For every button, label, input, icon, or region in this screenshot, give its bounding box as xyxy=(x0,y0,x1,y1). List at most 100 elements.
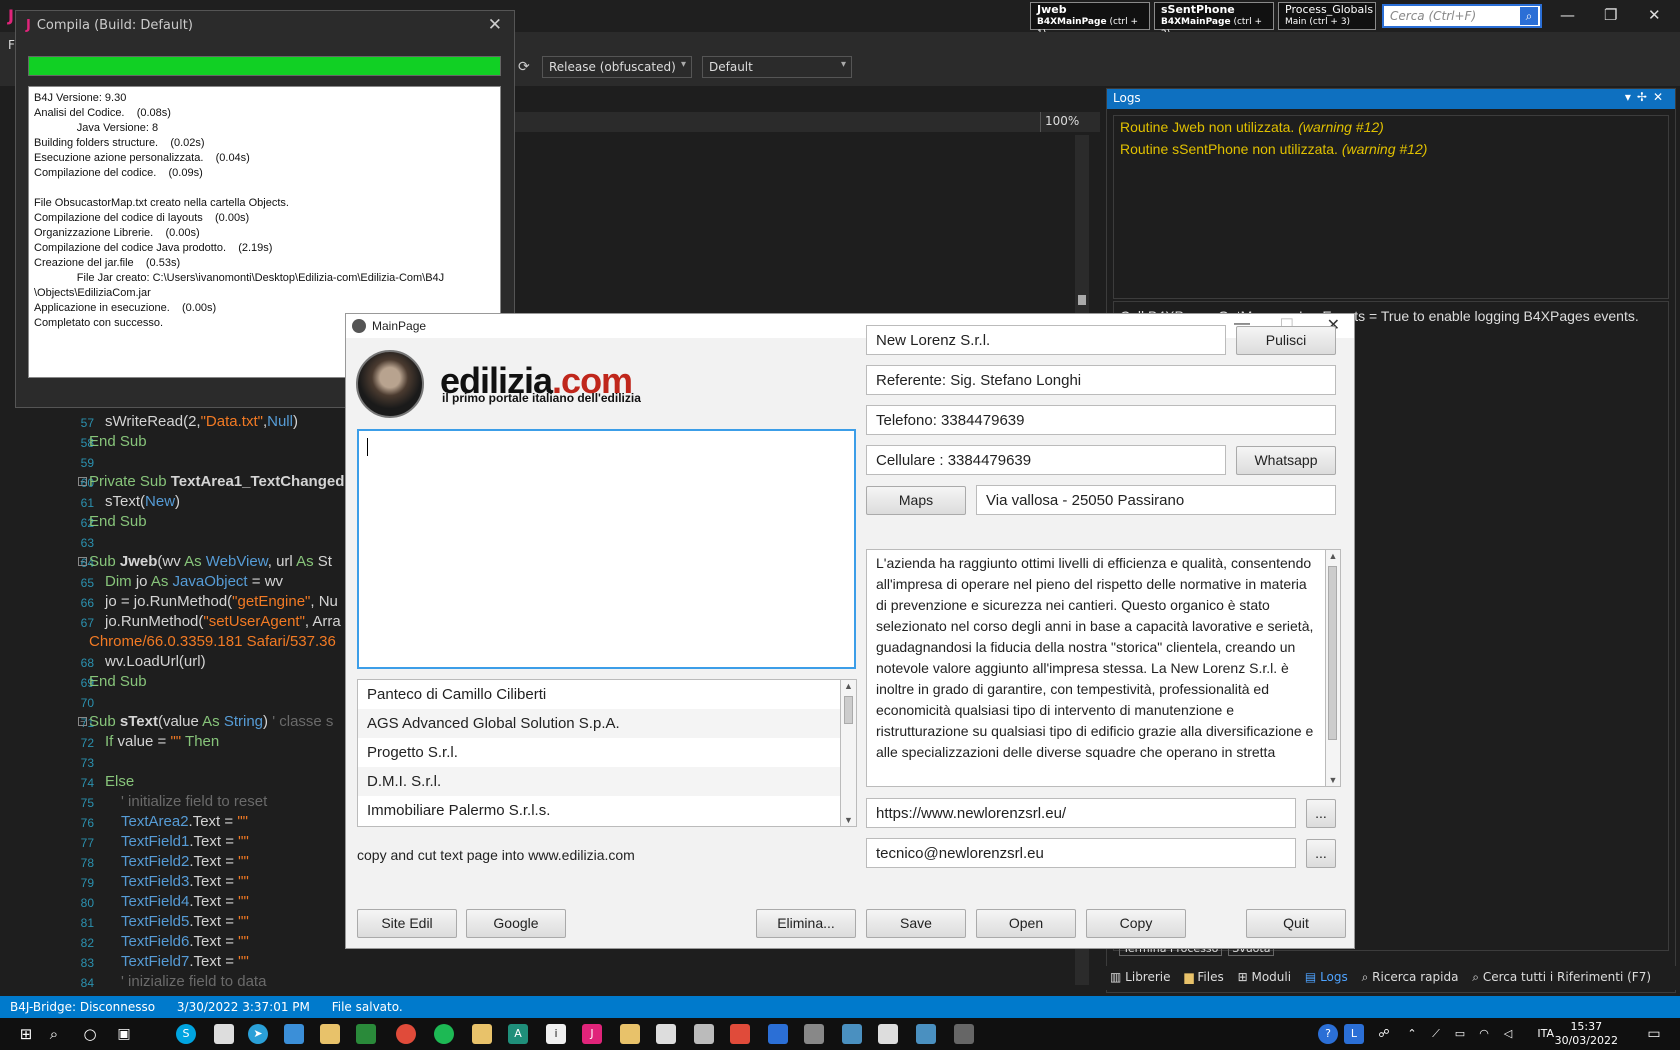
chevron-up-icon[interactable]: ⌃ xyxy=(1402,1024,1422,1044)
code-line: 75 ' initialize field to reset xyxy=(80,793,268,810)
email-field[interactable]: tecnico@newlorenzsrl.eu xyxy=(866,838,1296,868)
app-icon[interactable] xyxy=(656,1024,676,1044)
email-browse-button[interactable]: ... xyxy=(1306,839,1336,868)
compile-progress-bar xyxy=(28,56,501,76)
app-icon[interactable] xyxy=(768,1024,788,1044)
windows-start-icon[interactable]: ⊞ xyxy=(16,1024,36,1044)
app-icon[interactable] xyxy=(472,1024,492,1044)
tab-moduli[interactable]: ⊞ Moduli xyxy=(1238,970,1291,984)
list-item[interactable]: Panteco di Camillo Ciliberti xyxy=(358,680,840,709)
quick-tab-jweb[interactable]: Jweb B4XMainPage (ctrl + 1) xyxy=(1030,2,1150,39)
notepad-icon[interactable] xyxy=(214,1024,234,1044)
company-list[interactable]: Panteco di Camillo Ciliberti AGS Advanced… xyxy=(357,679,841,827)
referente-field[interactable]: Referente: Sig. Stefano Longhi xyxy=(866,365,1336,395)
app-icon[interactable]: i xyxy=(546,1024,566,1044)
mainpage-app-icon[interactable] xyxy=(954,1024,974,1044)
app-icon[interactable] xyxy=(730,1024,750,1044)
list-item[interactable]: Immobiliare Palermo S.r.l.s. xyxy=(358,796,840,825)
cellulare-field[interactable]: Cellulare : 3384479639 xyxy=(866,445,1226,475)
menu-file[interactable]: F xyxy=(8,38,15,52)
save-button[interactable]: Save xyxy=(866,909,966,938)
ide-search-input[interactable]: Cerca (Ctrl+F) ⌕ xyxy=(1382,4,1542,28)
fold-icon[interactable]: − xyxy=(78,557,87,566)
notifications-icon[interactable]: ▭ xyxy=(1644,1024,1664,1044)
fold-icon[interactable]: − xyxy=(78,477,87,486)
zoom-select[interactable]: 100% xyxy=(1040,112,1100,132)
network-icon[interactable]: ▭ xyxy=(1450,1024,1470,1044)
description-scrollbar[interactable]: ▲ ▼ xyxy=(1326,549,1341,787)
refresh-icon[interactable]: ⟳ xyxy=(518,59,530,75)
pulisci-button[interactable]: Pulisci xyxy=(1236,326,1336,355)
app-icon[interactable] xyxy=(804,1024,824,1044)
google-button[interactable]: Google xyxy=(466,909,566,938)
task-view-icon[interactable]: ▣ xyxy=(114,1024,134,1044)
list-item[interactable]: Progetto S.r.l. xyxy=(358,738,840,767)
quit-button[interactable]: Quit xyxy=(1246,909,1346,938)
website-browse-button[interactable]: ... xyxy=(1306,799,1336,828)
address-field[interactable]: Via vallosa - 25050 Passirano xyxy=(976,485,1336,515)
tab-librerie[interactable]: ▥ Librerie xyxy=(1110,970,1171,984)
panel-controls[interactable]: ▾✢✕ xyxy=(1625,90,1669,104)
close-icon[interactable]: ✕ xyxy=(1648,6,1661,24)
app-icon[interactable] xyxy=(356,1024,376,1044)
website-field[interactable]: https://www.newlorenzsrl.eu/ xyxy=(866,798,1296,828)
maps-button[interactable]: Maps xyxy=(866,486,966,515)
search-icon[interactable]: ⌕ xyxy=(44,1024,64,1044)
app-icon[interactable] xyxy=(878,1024,898,1044)
quick-tab-ssentphone[interactable]: sSentPhone B4XMainPage (ctrl + 2) xyxy=(1154,2,1274,39)
company-list-scrollbar[interactable]: ▲ ▼ xyxy=(841,679,857,827)
app-icon[interactable]: A xyxy=(508,1024,528,1044)
code-line: 74 Else xyxy=(80,773,135,790)
elimina-button[interactable]: Elimina... xyxy=(756,909,856,938)
chrome-icon[interactable] xyxy=(396,1024,416,1044)
app-icon[interactable] xyxy=(916,1024,936,1044)
app-tray-icon[interactable]: L xyxy=(1344,1024,1364,1044)
quick-tab-process-globals[interactable]: Process_Globals Main (ctrl + 3) xyxy=(1278,2,1376,30)
fold-icon[interactable]: − xyxy=(78,717,87,726)
cortana-icon[interactable]: ○ xyxy=(80,1024,100,1044)
spotify-icon[interactable] xyxy=(434,1024,454,1044)
tab-ricerca-rapida[interactable]: ⌕ Ricerca rapida xyxy=(1362,970,1459,985)
copy-note: copy and cut text page into www.edilizia… xyxy=(357,847,635,863)
app-icon[interactable] xyxy=(284,1024,304,1044)
telegram-icon[interactable]: ➤ xyxy=(248,1024,268,1044)
clock[interactable]: 15:37 30/03/2022 xyxy=(1555,1020,1618,1048)
close-icon[interactable]: ✕ xyxy=(488,15,502,35)
language-indicator[interactable]: ITA xyxy=(1537,1027,1554,1040)
app-icon[interactable] xyxy=(694,1024,714,1044)
telefono-field[interactable]: Telefono: 3384479639 xyxy=(866,405,1336,435)
whatsapp-button[interactable]: Whatsapp xyxy=(1236,446,1336,475)
list-item[interactable]: AGS Advanced Global Solution S.p.A. xyxy=(358,709,840,738)
copy-button[interactable]: Copy xyxy=(1086,909,1186,938)
b4j-icon[interactable]: J xyxy=(582,1024,602,1044)
site-edil-button[interactable]: Site Edil xyxy=(357,909,457,938)
skype-icon[interactable]: S xyxy=(176,1024,196,1044)
paste-text-area[interactable] xyxy=(357,429,856,669)
chevron-up-icon[interactable]: ▲ xyxy=(1326,551,1340,561)
description-text-area[interactable]: L'azienda ha raggiunto ottimi livelli di… xyxy=(866,549,1326,787)
bridge-status: B4J-Bridge: Disconnesso xyxy=(10,1000,156,1014)
windows-taskbar: ⊞ ⌕ ○ ▣ S ➤ A i J ? L ☍ ⌃ ⟋ ▭ ◠ ◁ ITA 15… xyxy=(0,1018,1680,1050)
search-icon[interactable]: ⌕ xyxy=(1520,7,1538,25)
wifi-icon[interactable]: ◠ xyxy=(1474,1024,1494,1044)
chevron-down-icon[interactable]: ▼ xyxy=(1326,775,1340,785)
app-icon[interactable] xyxy=(842,1024,862,1044)
app-icon[interactable] xyxy=(620,1024,640,1044)
chevron-down-icon[interactable]: ▼ xyxy=(841,815,856,825)
build-mode-select[interactable]: Release (obfuscated) xyxy=(542,56,692,78)
restore-icon[interactable]: ❐ xyxy=(1604,6,1617,24)
chevron-up-icon[interactable]: ▲ xyxy=(841,681,856,691)
list-item[interactable]: D.M.I. S.r.l. xyxy=(358,767,840,796)
tab-cerca-riferimenti[interactable]: ⌕ Cerca tutti i Riferimenti (F7) xyxy=(1472,970,1651,985)
tab-files[interactable]: ▆ Files xyxy=(1184,970,1223,984)
tab-logs[interactable]: ▤ Logs xyxy=(1305,970,1348,984)
company-name-field[interactable]: New Lorenz S.r.l. xyxy=(866,325,1226,355)
minimize-icon[interactable]: — xyxy=(1560,6,1575,24)
build-config-select[interactable]: Default xyxy=(702,56,852,78)
volume-icon[interactable]: ◁ xyxy=(1498,1024,1518,1044)
tray-icon[interactable]: ⟋ xyxy=(1426,1024,1446,1044)
open-button[interactable]: Open xyxy=(976,909,1076,938)
people-icon[interactable]: ☍ xyxy=(1374,1024,1394,1044)
file-explorer-icon[interactable] xyxy=(320,1024,340,1044)
help-icon[interactable]: ? xyxy=(1318,1024,1338,1044)
